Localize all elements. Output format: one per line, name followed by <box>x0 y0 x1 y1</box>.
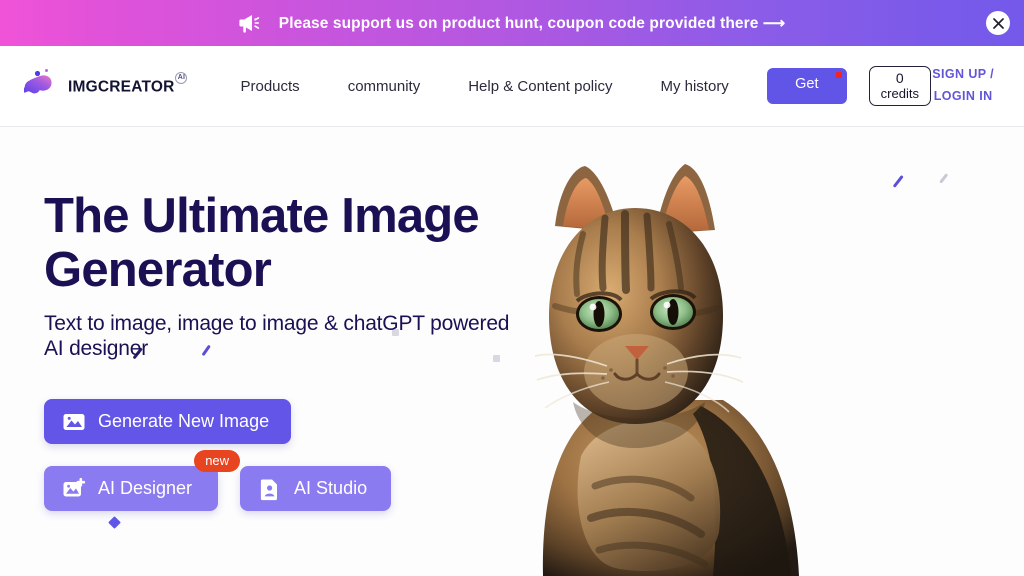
ai-studio-button[interactable]: AI Studio <box>240 466 392 511</box>
logo-wordmark: IMGCREATORAI <box>68 71 188 97</box>
image-icon <box>62 410 86 434</box>
primary-action-row: Generate New Image <box>44 399 544 444</box>
page-root: Please support us on product hunt, coupo… <box>0 0 1024 576</box>
main-nav: Products community Help & Content policy… <box>222 78 752 95</box>
announcement-text: Please support us on product hunt, coupo… <box>278 14 786 32</box>
generate-new-image-button[interactable]: Generate New Image <box>44 399 292 444</box>
document-person-icon <box>258 477 282 501</box>
notification-dot-icon <box>835 72 842 78</box>
ai-studio-label: AI Studio <box>294 478 368 498</box>
hero-cat-image <box>533 156 811 576</box>
login-link[interactable]: LOGIN IN <box>932 86 994 108</box>
decorative-slash-4 <box>892 174 904 188</box>
decorative-diamond <box>108 516 121 529</box>
hero-copy: The Ultimate Image Generator Text to ima… <box>44 189 544 529</box>
close-icon <box>992 17 1004 29</box>
credits-label: credits <box>880 85 919 101</box>
generate-new-image-label: Generate New Image <box>98 411 270 431</box>
megaphone-icon <box>239 12 263 34</box>
nav-item-products[interactable]: Products <box>222 78 323 95</box>
nav-item-community[interactable]: community <box>324 78 445 95</box>
nav-item-help-content-policy[interactable]: Help & Content policy <box>444 78 636 95</box>
hero-section: The Ultimate Image Generator Text to ima… <box>0 127 1024 576</box>
credits-badge[interactable]: 0 credits <box>868 66 931 106</box>
banner-close-button[interactable] <box>986 11 1010 35</box>
logo-superscript: AI <box>175 71 188 84</box>
image-plus-icon <box>62 477 86 501</box>
get-credits-button[interactable]: Get <box>766 68 847 104</box>
nav-item-my-history[interactable]: My history <box>636 78 752 95</box>
ai-designer-button[interactable]: AI Designer new <box>44 450 241 529</box>
logo-blob-icon <box>24 66 66 106</box>
logo-text: IMGCREATOR <box>68 78 175 96</box>
announcement-content: Please support us on product hunt, coupo… <box>239 12 785 34</box>
new-badge: new <box>194 450 241 472</box>
secondary-action-row: AI Designer new AI Studio <box>44 450 544 529</box>
site-header: IMGCREATORAI Products community Help & C… <box>0 46 1024 127</box>
page-title: The Ultimate Image Generator <box>44 189 480 297</box>
page-subtitle: Text to image, image to image & chatGPT … <box>44 312 510 360</box>
credits-count: 0 <box>895 69 904 86</box>
sign-up-link[interactable]: SIGN UP / <box>932 64 994 86</box>
announcement-banner: Please support us on product hunt, coupo… <box>0 0 1024 46</box>
ai-designer-label: AI Designer <box>98 478 193 498</box>
get-credits-label: Get <box>795 76 819 92</box>
auth-links[interactable]: SIGN UP / LOGIN IN <box>932 64 1002 108</box>
logo[interactable]: IMGCREATORAI <box>24 66 188 106</box>
decorative-slash-5 <box>939 173 948 184</box>
